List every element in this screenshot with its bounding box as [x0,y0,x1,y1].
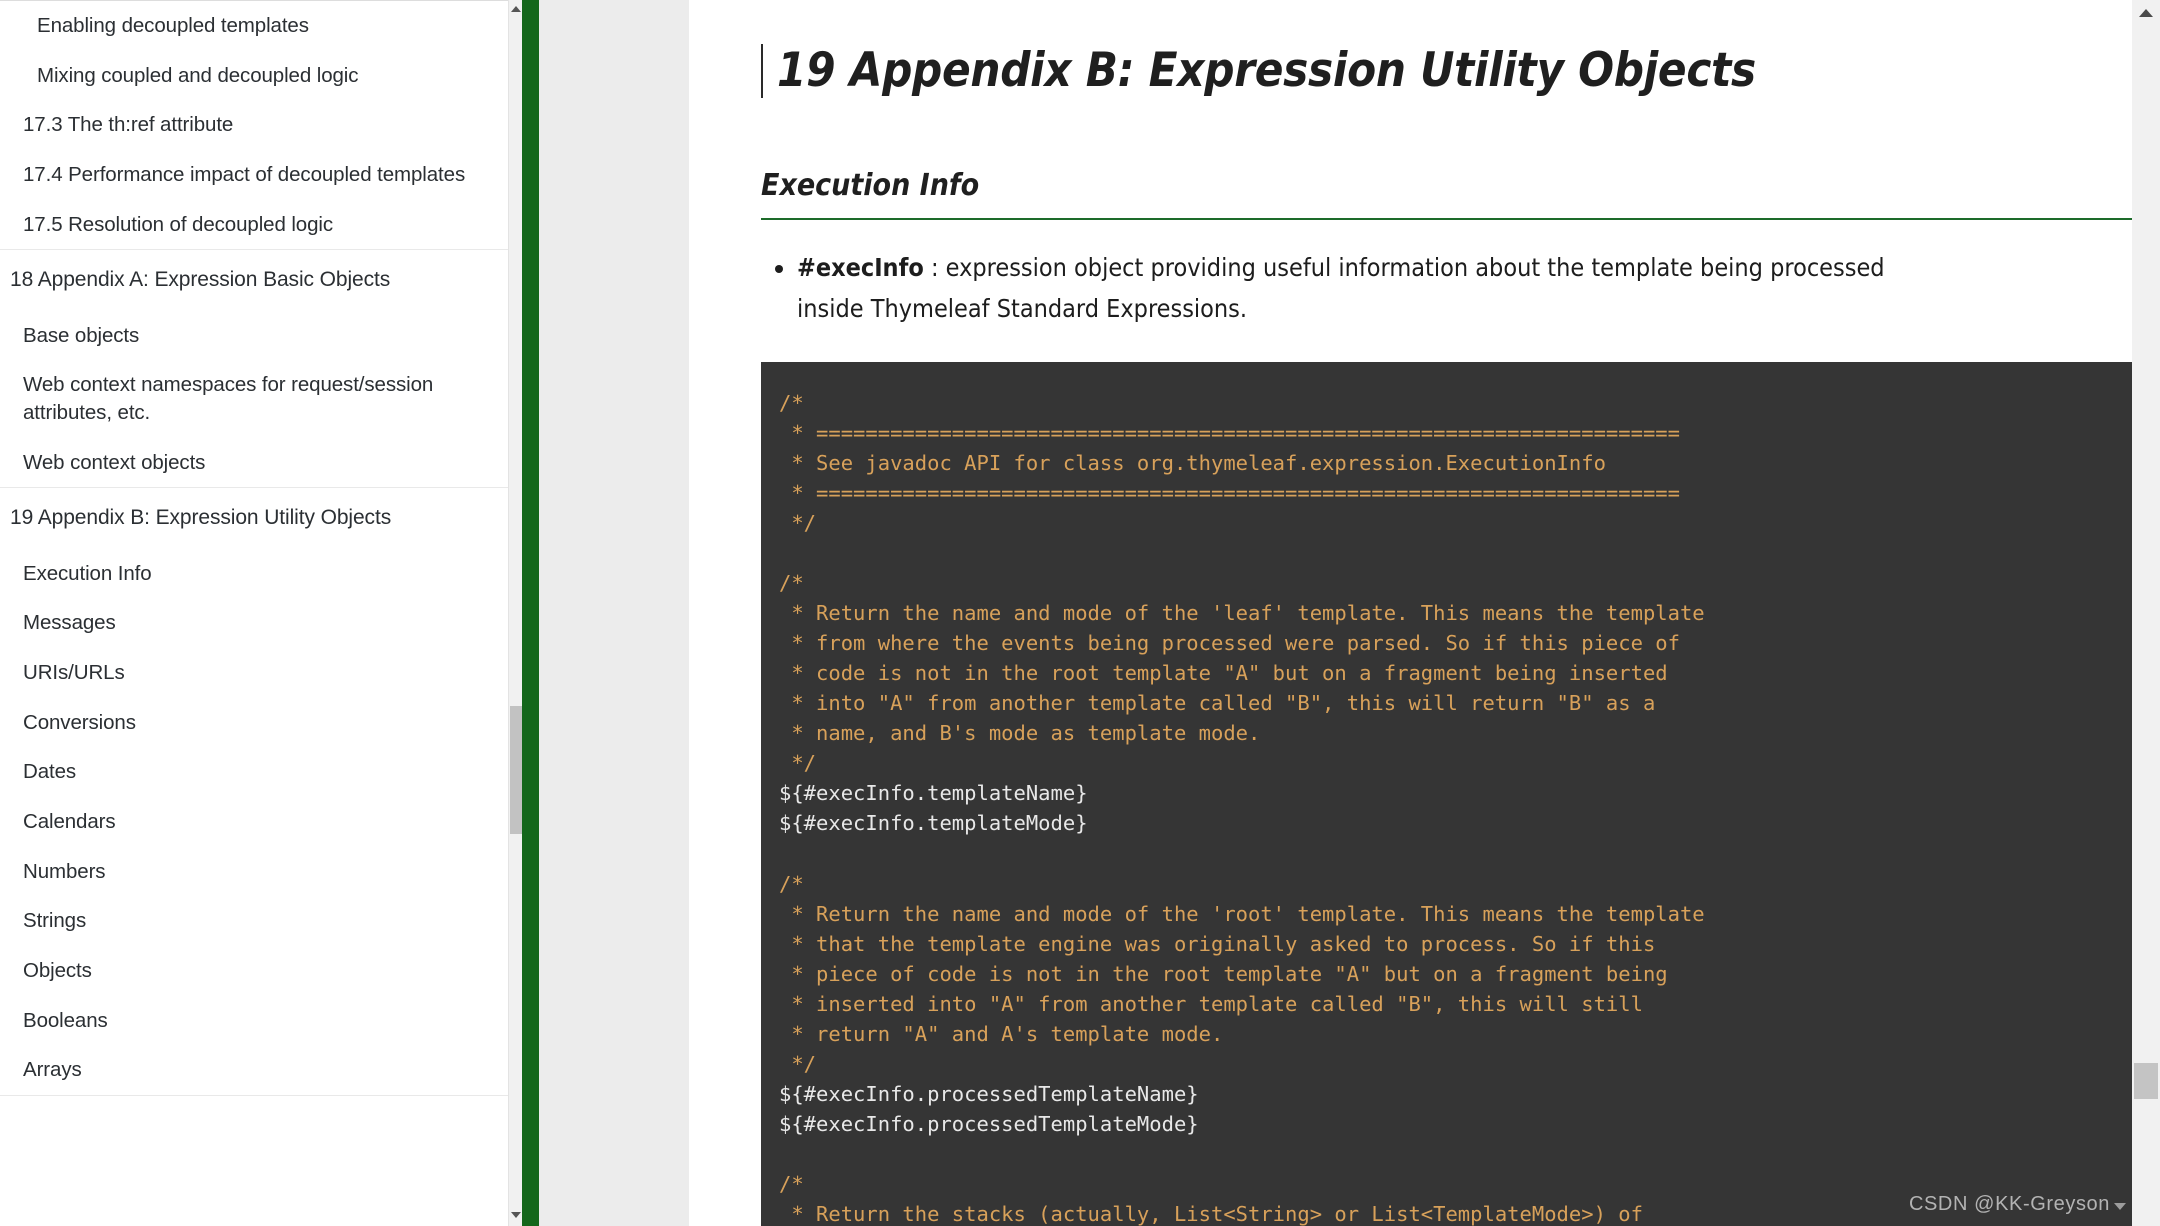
code-expression-line: ${#execInfo.processedTemplateName} [779,1081,1199,1106]
sidebar: Enabling decoupled templates Mixing coupl… [0,0,522,1226]
sidebar-item[interactable]: Conversions [0,698,508,748]
list-item-text: : expression object providing useful inf… [797,253,1885,323]
code-comment-line: * code is not in the root template "A" b… [779,661,1668,686]
triangle-up-icon[interactable] [2132,3,2160,23]
sidebar-item[interactable]: Objects [0,946,508,996]
code-block[interactable]: /* * ===================================… [761,362,2160,1226]
main-content-area: 19 Appendix B: Expression Utility Object… [539,0,2160,1226]
toc-section: Enabling decoupled templates Mixing coupl… [0,0,508,251]
sidebar-item[interactable]: Messages [0,598,508,648]
sidebar-item[interactable]: 18 Appendix A: Expression Basic Objects [0,250,508,310]
code-comment-line: * that the template engine was originall… [779,931,1656,956]
code-comment-line: */ [779,751,817,776]
table-of-contents: Enabling decoupled templates Mixing coupl… [0,0,508,1226]
code-comment-line: * Return the name and mode of the 'leaf'… [779,601,1705,626]
watermark-text: CSDN @KK-Greyson [1908,1193,2110,1215]
triangle-down-icon[interactable] [509,1208,523,1222]
sidebar-item[interactable]: Calendars [0,797,508,847]
sidebar-item[interactable]: Base objects [0,311,508,361]
page-scrollbar[interactable] [2132,0,2160,1226]
code-comment-line: /* [779,871,804,896]
caret-down-icon [2114,1203,2126,1210]
sidebar-scrollbar[interactable] [508,0,522,1226]
toc-section: 18 Appendix A: Expression Basic Objects B… [0,250,508,489]
code-comment-line: * ======================================… [779,481,1680,506]
code-comment-line: * See javadoc API for class org.thymelea… [779,451,1606,476]
code-comment-line: */ [779,511,817,536]
sidebar-item[interactable]: 17.4 Performance impact of decoupled tem… [0,150,508,200]
code-comment-line: * name, and B's mode as template mode. [779,721,1261,746]
sidebar-item[interactable]: Booleans [0,996,508,1046]
sidebar-scrollbar-thumb[interactable] [510,706,522,834]
code-comment-line: /* [779,391,804,416]
code-comment-line: * into "A" from another template called … [779,691,1656,716]
page-scrollbar-thumb[interactable] [2134,1063,2158,1099]
sidebar-item[interactable]: Web context objects [0,438,508,488]
sidebar-item[interactable]: Execution Info [0,549,508,599]
code-comment-line: * from where the events being processed … [779,631,1680,656]
sidebar-item[interactable]: Strings [0,896,508,946]
code-comment-line: * piece of code is not in the root templ… [779,961,1668,986]
sidebar-item[interactable]: Numbers [0,847,508,897]
code-comment-line: * ======================================… [779,421,1680,446]
triangle-up-icon[interactable] [509,2,523,16]
green-divider-bar [522,0,539,1226]
code-expression-line: ${#execInfo.templateName} [779,781,1088,806]
code-comment-line: * Return the name and mode of the 'root'… [779,901,1705,926]
document-page: 19 Appendix B: Expression Utility Object… [689,0,2160,1226]
document-content: 19 Appendix B: Expression Utility Object… [689,0,2160,1226]
code-comment-line: * return "A" and A's template mode. [779,1021,1224,1046]
code-expression-line: ${#execInfo.templateMode} [779,811,1088,836]
sidebar-item[interactable]: Arrays [0,1045,508,1095]
list-item: #execInfo : expression object providing … [797,248,1952,329]
sidebar-item[interactable]: 17.5 Resolution of decoupled logic [0,200,508,250]
bullet-list: #execInfo : expression object providing … [761,248,2160,329]
sidebar-item[interactable]: 19 Appendix B: Expression Utility Object… [0,488,508,548]
sidebar-item[interactable]: URIs/URLs [0,648,508,698]
code-comment-line: */ [779,1051,817,1076]
code-comment-line: /* [779,571,804,596]
code-comment-line: /* [779,1171,804,1196]
page-title: 19 Appendix B: Expression Utility Object… [761,43,2160,99]
code-comment-line: * Return the stacks (actually, List<Stri… [779,1201,1643,1226]
code-comment-line: * inserted into "A" from another templat… [779,991,1643,1016]
watermark: CSDN @KK-Greyson [1909,1193,2126,1216]
inline-code-execinfo: #execInfo [797,253,924,283]
code-expression-line: ${#execInfo.processedTemplateMode} [779,1111,1199,1136]
sidebar-item[interactable]: Mixing coupled and decoupled logic [0,51,508,101]
sidebar-item[interactable]: Enabling decoupled templates [0,1,508,51]
sidebar-item[interactable]: Dates [0,747,508,797]
toc-section: 19 Appendix B: Expression Utility Object… [0,488,508,1097]
section-heading: Execution Info [761,168,2160,221]
sidebar-item[interactable]: 17.3 The th:ref attribute [0,100,508,150]
sidebar-item[interactable]: Web context namespaces for request/sessi… [0,360,508,437]
documentation-page: Enabling decoupled templates Mixing coupl… [0,0,2160,1226]
